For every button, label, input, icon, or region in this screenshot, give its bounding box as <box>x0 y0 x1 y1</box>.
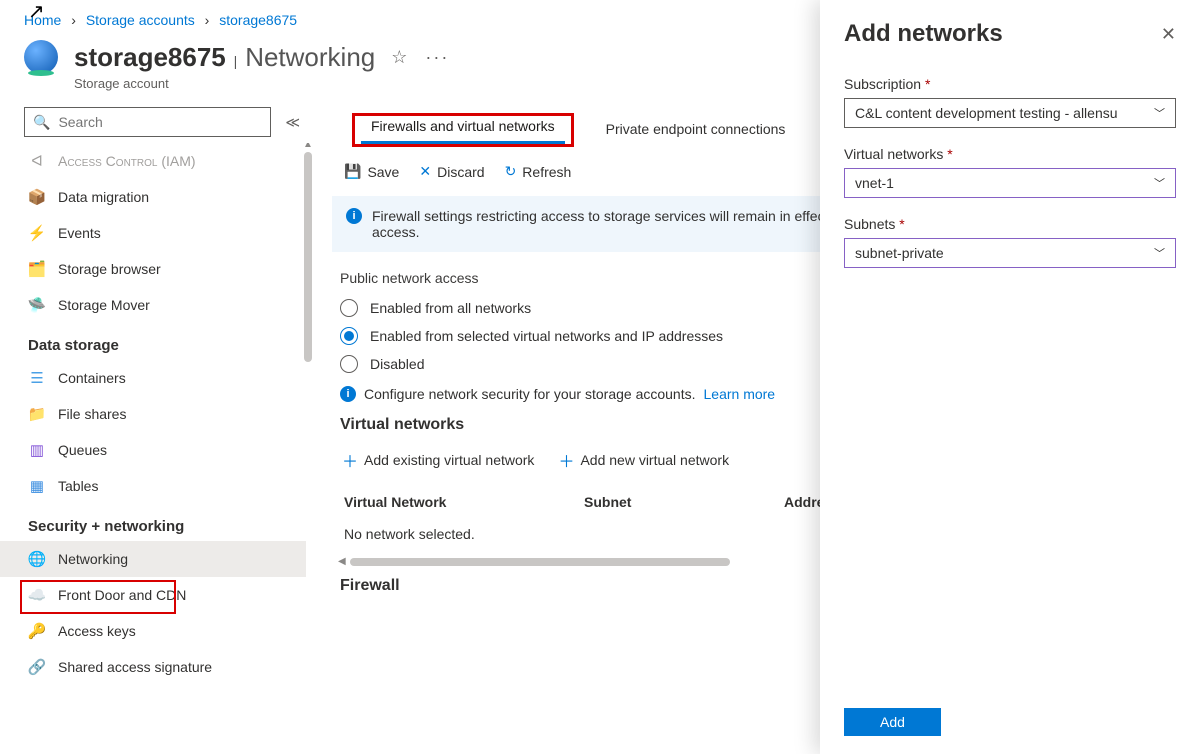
chevron-down-icon: ﹀ <box>1154 175 1165 191</box>
file-shares-icon: 📁 <box>28 405 46 423</box>
subscription-dropdown[interactable]: C&L content development testing - allens… <box>844 98 1176 128</box>
front-door-icon: ☁️ <box>28 586 46 604</box>
queues-icon: ▥ <box>28 441 46 459</box>
mover-icon: 🛸 <box>28 296 46 314</box>
sidebar-item-front-door[interactable]: ☁️ Front Door and CDN <box>0 577 306 613</box>
radio-icon <box>340 355 358 373</box>
vnet-dropdown[interactable]: vnet-1 ﹀ <box>844 168 1176 198</box>
sidebar-group-data-storage: Data storage <box>0 323 306 360</box>
sidebar: 🔍 ≪ ᐊ Access Control (IAM) 📦 Data migrat… <box>0 103 314 742</box>
cursor-icon: ↖ <box>28 0 45 24</box>
more-icon[interactable]: ··· <box>425 47 449 68</box>
add-networks-panel: Add networks ✕ Subscription * C&L conten… <box>820 0 1200 754</box>
access-keys-icon: 🔑 <box>28 622 46 640</box>
sidebar-group-security: Security + networking <box>0 504 306 541</box>
discard-icon: ✕ <box>419 163 431 180</box>
sidebar-item-file-shares[interactable]: 📁 File shares <box>0 396 306 432</box>
sidebar-item-queues[interactable]: ▥ Queues <box>0 432 306 468</box>
search-icon: 🔍 <box>33 114 50 131</box>
info-icon: i <box>346 208 362 224</box>
subscription-label: Subscription * <box>844 76 1176 92</box>
search-input[interactable]: 🔍 <box>24 107 271 137</box>
radio-icon-selected <box>340 327 358 345</box>
sidebar-item-networking[interactable]: 🌐 Networking <box>0 541 306 577</box>
panel-title: Add networks <box>844 20 1003 48</box>
refresh-icon: ↻ <box>505 163 517 180</box>
collapse-sidebar-button[interactable]: ≪ <box>281 110 304 135</box>
sidebar-item-access-keys[interactable]: 🔑 Access keys <box>0 613 306 649</box>
highlight-box-tab: Firewalls and virtual networks <box>352 113 574 147</box>
events-icon: ⚡ <box>28 224 46 242</box>
refresh-button[interactable]: ↻ Refresh <box>505 163 572 180</box>
tables-icon: ▦ <box>28 477 46 495</box>
sidebar-item-events[interactable]: ⚡ Events <box>0 215 306 251</box>
learn-more-link[interactable]: Learn more <box>704 386 776 402</box>
add-button[interactable]: Add <box>844 708 941 736</box>
sidebar-item-containers[interactable]: ☰ Containers <box>0 360 306 396</box>
page-title: storage8675 <box>74 42 226 72</box>
page-section: Networking <box>245 42 375 72</box>
key-icon: ᐊ <box>28 152 46 170</box>
plus-icon: ＋ <box>342 448 358 472</box>
breadcrumb-current[interactable]: storage8675 <box>219 12 297 28</box>
add-existing-vnet-button[interactable]: ＋ Add existing virtual network <box>342 448 534 472</box>
containers-icon: ☰ <box>28 369 46 387</box>
tab-firewalls[interactable]: Firewalls and virtual networks <box>367 110 559 144</box>
browser-icon: 🗂️ <box>28 260 46 278</box>
storage-account-icon <box>24 40 58 74</box>
tab-private-endpoint[interactable]: Private endpoint connections <box>604 113 790 147</box>
add-new-vnet-button[interactable]: ＋ Add new virtual network <box>558 448 729 472</box>
info-icon: i <box>340 386 356 402</box>
networking-icon: 🌐 <box>28 550 46 568</box>
breadcrumb-storage-accounts[interactable]: Storage accounts <box>86 12 195 28</box>
close-icon[interactable]: ✕ <box>1161 24 1176 45</box>
subnet-dropdown[interactable]: subnet-private ﹀ <box>844 238 1176 268</box>
save-icon: 💾 <box>344 163 361 180</box>
radio-icon <box>340 299 358 317</box>
sidebar-scrollbar[interactable]: ▲ <box>302 143 314 738</box>
sas-icon: 🔗 <box>28 658 46 676</box>
chevron-down-icon: ﹀ <box>1154 105 1165 121</box>
discard-button[interactable]: ✕ Discard <box>419 163 484 180</box>
sidebar-item-tables[interactable]: ▦ Tables <box>0 468 306 504</box>
sidebar-item-access-control[interactable]: ᐊ Access Control (IAM) <box>0 143 306 179</box>
vnet-label: Virtual networks * <box>844 146 1176 162</box>
sidebar-item-storage-browser[interactable]: 🗂️ Storage browser <box>0 251 306 287</box>
sidebar-item-storage-mover[interactable]: 🛸 Storage Mover <box>0 287 306 323</box>
sidebar-item-sas[interactable]: 🔗 Shared access signature <box>0 649 306 685</box>
chevron-down-icon: ﹀ <box>1154 245 1165 261</box>
plus-icon: ＋ <box>558 448 574 472</box>
save-button[interactable]: 💾 Save <box>344 163 399 180</box>
sidebar-item-data-migration[interactable]: 📦 Data migration <box>0 179 306 215</box>
migration-icon: 📦 <box>28 188 46 206</box>
favorite-icon[interactable]: ☆ <box>391 47 407 68</box>
subnet-label: Subnets * <box>844 216 1176 232</box>
